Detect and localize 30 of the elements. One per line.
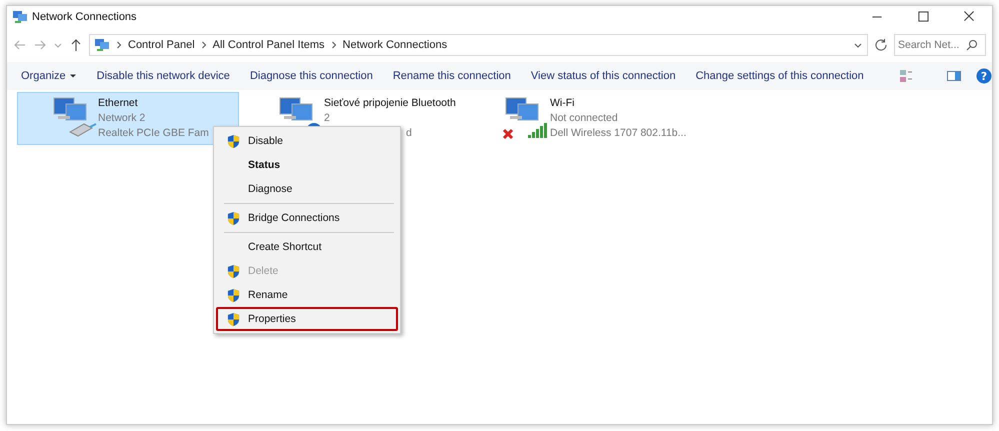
menu-item[interactable]: Create Shortcut — [216, 235, 398, 259]
connection-name: Wi-Fi — [550, 96, 576, 111]
toolbar-button[interactable]: Disable this network device — [96, 70, 230, 82]
connection-name: Ethernet — [98, 96, 139, 111]
connection-item[interactable]: Ethernet Network 2 Realtek PCIe GBE Fam — [17, 92, 239, 145]
connection-status: Network 2 — [98, 111, 146, 126]
menu-item[interactable]: Status — [216, 153, 398, 177]
menu-item[interactable]: Diagnose — [216, 177, 398, 201]
toolbar-button[interactable]: Change settings of this connection — [696, 70, 864, 82]
adapter-name: Realtek PCIe GBE Fam — [98, 126, 209, 141]
search-field[interactable]: Search Net... — [894, 34, 986, 56]
toolbar-button[interactable]: View status of this connection — [530, 70, 676, 82]
breadcrumb[interactable]: Control Panel — [128, 39, 195, 51]
connection-status: Not connected — [550, 111, 619, 126]
toolbar-button[interactable]: Diagnose this connection — [250, 70, 373, 82]
connection-status: 2 — [324, 111, 331, 126]
window-title: Network Connections — [32, 11, 137, 23]
address-bar[interactable]: Control Panel All Control Panel Items Network Connections — [89, 34, 868, 56]
adapter-name: d — [405, 126, 413, 141]
organize-menu[interactable]: Organize — [21, 70, 77, 82]
connection-name: Sieťové pripojenie Bluetooth — [324, 96, 456, 111]
connection-item[interactable]: Wi-Fi Not connected Dell Wireless 1707 802.11b... — [469, 92, 691, 145]
breadcrumb[interactable]: Network Connections — [342, 39, 448, 51]
help-icon[interactable]: ? — [976, 68, 992, 84]
menu-item[interactable]: Bridge Connections — [216, 206, 398, 230]
menu-item[interactable]: Rename — [216, 283, 398, 307]
breadcrumb[interactable]: All Control Panel Items — [212, 39, 325, 51]
menu-item[interactable]: Properties — [216, 307, 398, 331]
toolbar-button[interactable]: Rename this connection — [392, 70, 511, 82]
adapter-name: Dell Wireless 1707 802.11b... — [550, 126, 686, 141]
